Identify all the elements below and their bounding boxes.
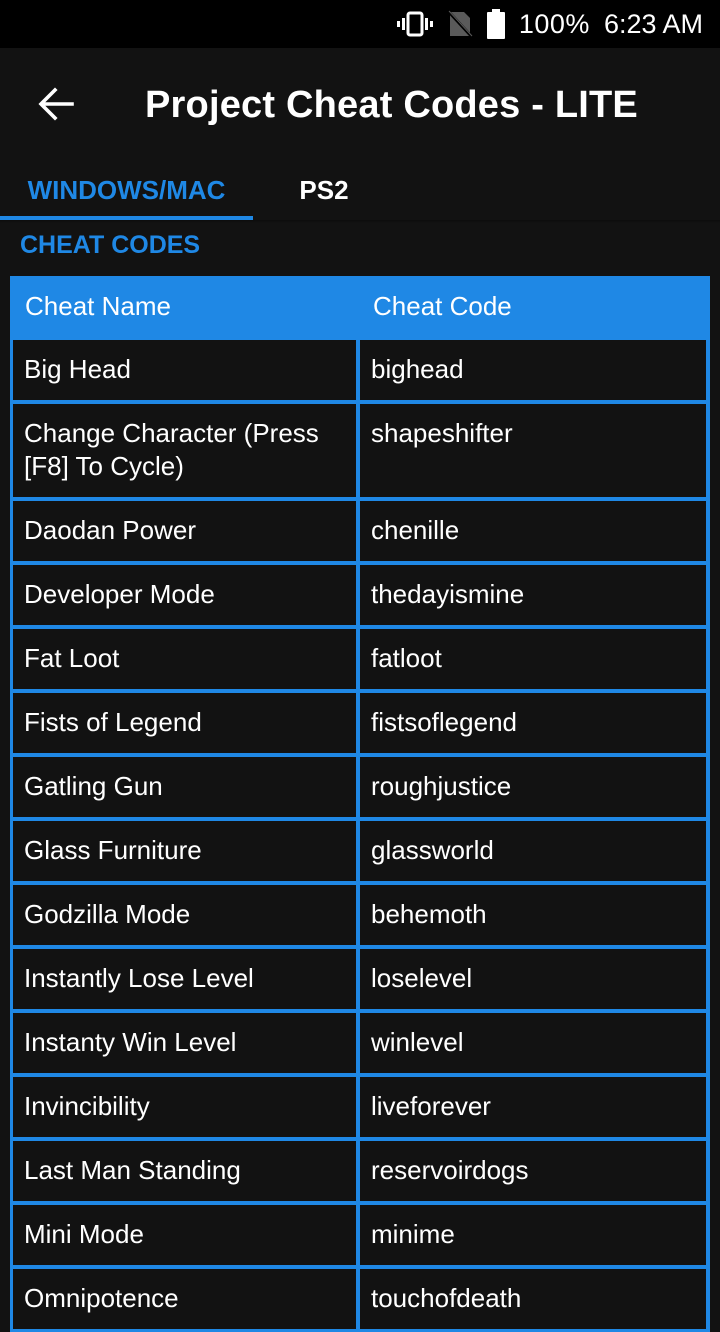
cheat-code-cell: roughjustice	[360, 757, 706, 817]
cheat-name-cell: Instanty Win Level	[13, 1013, 356, 1073]
cheat-name-cell: Last Man Standing	[13, 1141, 356, 1201]
cheat-code-cell: glassworld	[360, 821, 706, 881]
table-row: Fat Loot fatloot	[13, 629, 707, 689]
table-row: Change Character (Press [F8] To Cycle) sh…	[13, 404, 707, 497]
header-cheat-code: Cheat Code	[373, 290, 512, 321]
table-row: Mini Mode minime	[13, 1205, 707, 1265]
cheat-code-cell: winlevel	[360, 1013, 706, 1073]
vibrate-icon	[396, 11, 433, 37]
platform-tabs: WINDOWS/MAC PS2	[0, 160, 720, 220]
cheat-code-cell: reservoirdogs	[360, 1141, 706, 1201]
cheat-code-cell: fistsoflegend	[360, 693, 706, 753]
battery-icon	[486, 9, 505, 39]
cheat-code-cell: touchofdeath	[360, 1269, 706, 1329]
cheat-codes-table: Cheat Name Cheat Code Big Head bighead Cha…	[10, 276, 710, 1332]
cheat-code-cell: behemoth	[360, 885, 706, 945]
section-title: CHEAT CODES	[20, 231, 201, 259]
cheat-code-cell: chenille	[360, 501, 706, 561]
table-row: Developer Mode thedayismine	[13, 565, 707, 625]
cheat-name-cell: Daodan Power	[13, 501, 356, 561]
cheat-name-cell: Developer Mode	[13, 565, 356, 625]
tabs-divider	[0, 220, 720, 223]
table-body: Big Head bighead Change Character (Press […	[13, 340, 707, 1329]
no-sim-icon	[446, 10, 473, 38]
table-row: Fists of Legend fistsoflegend	[13, 693, 707, 753]
table-row: Instanty Win Level winlevel	[13, 1013, 707, 1073]
table-row: Omnipotence touchofdeath	[13, 1269, 707, 1329]
cheat-code-cell: bighead	[360, 340, 706, 400]
cheat-name-cell: Big Head	[13, 340, 356, 400]
table-header: Cheat Name Cheat Code	[13, 276, 707, 336]
cheat-name-cell: Instantly Lose Level	[13, 949, 356, 1009]
cheat-name-cell: Invincibility	[13, 1077, 356, 1137]
header-cheat-name: Cheat Name	[25, 290, 171, 321]
cheat-name-cell: Omnipotence	[13, 1269, 356, 1329]
table-row: Gatling Gun roughjustice	[13, 757, 707, 817]
table-row: Instantly Lose Level loselevel	[13, 949, 707, 1009]
battery-percent: 100%	[518, 8, 590, 39]
app-bar: Project Cheat Codes - LITE	[0, 48, 720, 160]
table-row: Godzilla Mode behemoth	[13, 885, 707, 945]
cheat-code-cell: liveforever	[360, 1077, 706, 1137]
arrow-left-icon	[38, 87, 74, 121]
clock: 6:23 AM	[603, 8, 703, 39]
cheat-name-cell: Mini Mode	[13, 1205, 356, 1265]
table-row: Invincibility liveforever	[13, 1077, 707, 1137]
cheat-code-cell: minime	[360, 1205, 706, 1265]
table-row: Big Head bighead	[13, 340, 707, 400]
cheat-code-cell: shapeshifter	[360, 404, 706, 497]
status-bar: 100% 6:23 AM	[0, 0, 720, 48]
cheat-code-cell: loselevel	[360, 949, 706, 1009]
page-title: Project Cheat Codes - LITE	[145, 84, 638, 126]
cheat-code-cell: thedayismine	[360, 565, 706, 625]
cheat-name-cell: Fat Loot	[13, 629, 356, 689]
tab-windows-mac[interactable]: WINDOWS/MAC	[0, 160, 253, 220]
table-row: Daodan Power chenille	[13, 501, 707, 561]
cheat-name-cell: Glass Furniture	[13, 821, 356, 881]
table-row: Glass Furniture glassworld	[13, 821, 707, 881]
cheat-name-cell: Gatling Gun	[13, 757, 356, 817]
cheat-name-cell: Fists of Legend	[13, 693, 356, 753]
cheat-name-cell: Godzilla Mode	[13, 885, 356, 945]
cheat-name-cell: Change Character (Press [F8] To Cycle)	[13, 404, 356, 497]
tab-ps2[interactable]: PS2	[272, 160, 376, 220]
back-button[interactable]	[28, 76, 84, 132]
table-row: Last Man Standing reservoirdogs	[13, 1141, 707, 1201]
cheat-code-cell: fatloot	[360, 629, 706, 689]
